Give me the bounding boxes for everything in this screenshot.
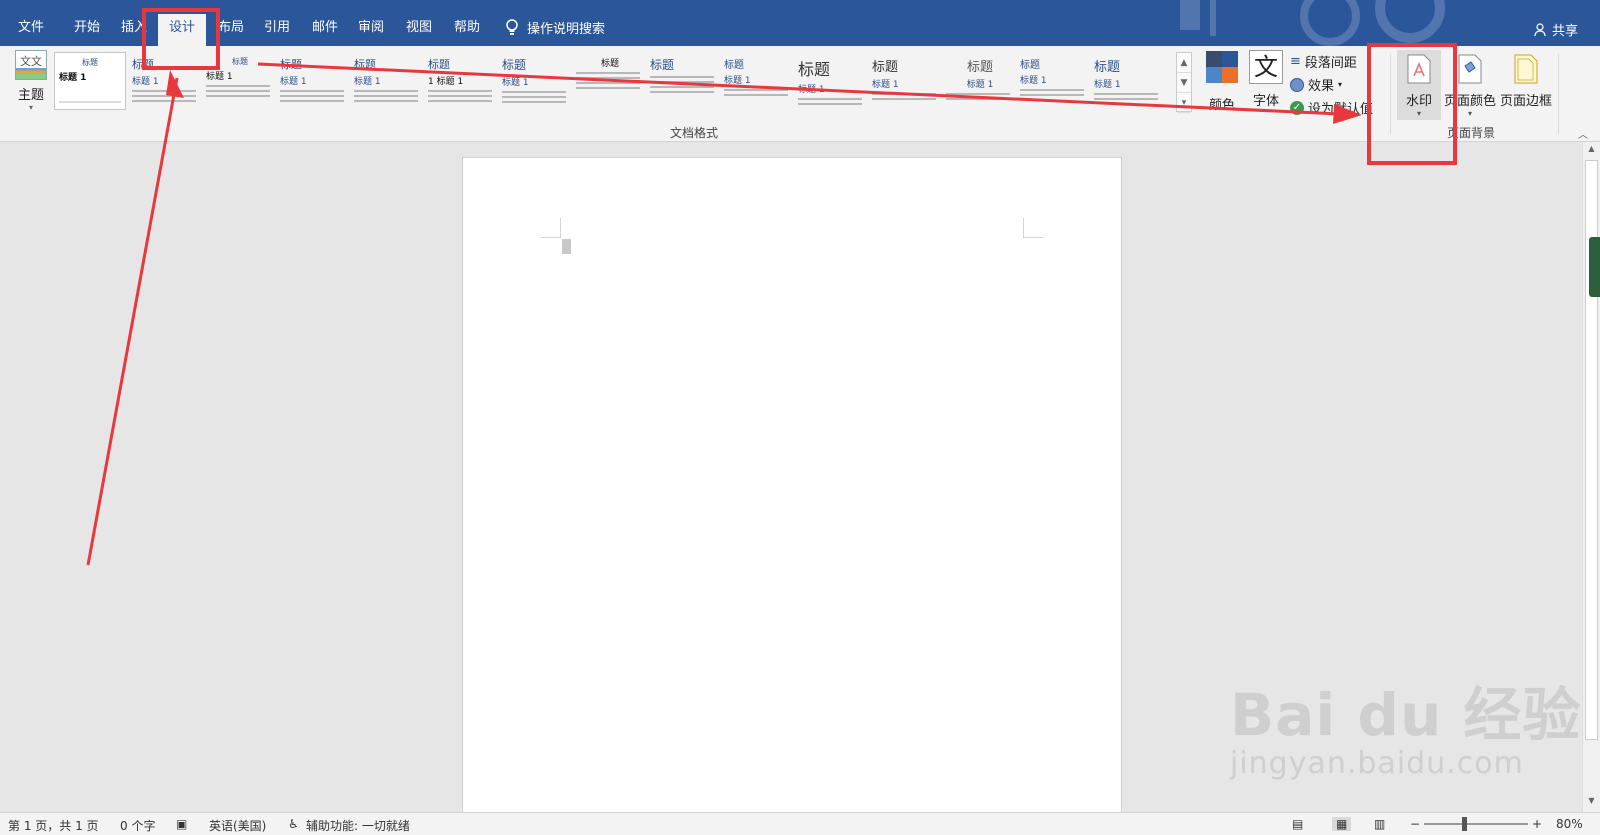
- chevron-down-icon[interactable]: ▼: [1177, 73, 1191, 93]
- style-item[interactable]: 标题 标题 1: [1016, 52, 1088, 110]
- read-mode-icon[interactable]: ▤: [1292, 817, 1303, 831]
- color-palette-icon: [1206, 51, 1238, 83]
- baidu-watermark: Bai du 经验 jingyan.baidu.com: [1230, 668, 1581, 781]
- page-borders-button[interactable]: 页面边框: [1496, 50, 1556, 109]
- scroll-down-icon[interactable]: ▼: [1585, 796, 1598, 810]
- page-count[interactable]: 第 1 页，共 1 页: [8, 817, 99, 834]
- document-page[interactable]: [462, 157, 1122, 813]
- tell-me-search[interactable]: 操作说明搜索: [505, 18, 605, 37]
- zoom-slider-thumb[interactable]: [1462, 817, 1467, 831]
- paragraph-spacing-button[interactable]: ≡ 段落间距: [1290, 52, 1357, 71]
- accessibility-icon: ♿: [288, 817, 299, 831]
- effects-icon: [1290, 77, 1304, 92]
- margin-corner-top-left: [541, 218, 561, 238]
- collapse-ribbon-icon[interactable]: ︿: [1578, 126, 1588, 141]
- ribbon: 文文 主题 ▾ 标题 标题 1 标题 标题 1 标题 标题 1 标题 标题 1 标题标…: [0, 46, 1600, 142]
- baidu-logo-text: Bai du 经验: [1230, 681, 1582, 749]
- tab-mailings[interactable]: 邮件: [304, 16, 346, 46]
- tab-home[interactable]: 开始: [66, 16, 108, 46]
- checkmark-icon: ✓: [1290, 100, 1304, 115]
- style-item[interactable]: 标题 标题 1: [276, 52, 348, 110]
- fonts-button[interactable]: 文 字体: [1246, 50, 1286, 109]
- style-item[interactable]: 标题: [572, 52, 644, 110]
- annotation-line: [86, 77, 179, 566]
- side-panel-tab[interactable]: [1589, 237, 1600, 297]
- zoom-level[interactable]: 80%: [1556, 817, 1583, 831]
- style-gallery: 标题 标题 1 标题 标题 1 标题 标题 1 标题 标题 1 标题 标题 1 标题 1 …: [54, 52, 1172, 110]
- style-item[interactable]: 标题 标题 1: [720, 52, 792, 110]
- gallery-more-icon[interactable]: ▾: [1177, 93, 1191, 113]
- fonts-label: 字体: [1252, 94, 1279, 109]
- tab-references[interactable]: 引用: [256, 16, 298, 46]
- page-border-icon: [1514, 54, 1538, 84]
- tab-help[interactable]: 帮助: [446, 16, 488, 46]
- theme-icon: 文文: [15, 50, 47, 80]
- print-layout-icon[interactable]: ▦: [1332, 817, 1352, 831]
- tab-file[interactable]: 文件: [10, 16, 52, 46]
- status-bar: 第 1 页，共 1 页 0 个字 ▣ 英语(美国) ♿ 辅助功能: 一切就绪 ▤…: [0, 812, 1600, 835]
- accessibility-status[interactable]: 辅助功能: 一切就绪: [306, 817, 410, 834]
- lightbulb-icon: [506, 18, 518, 35]
- text-cursor: [562, 239, 571, 254]
- annotation-box-watermark: [1367, 43, 1457, 165]
- margin-corner-top-right: [1023, 218, 1043, 238]
- font-icon: 文: [1249, 50, 1283, 84]
- proofing-icon[interactable]: ▣: [176, 817, 187, 831]
- tab-review[interactable]: 审阅: [350, 16, 392, 46]
- style-item[interactable]: 标题 标题 1: [1090, 52, 1162, 110]
- set-as-default-label: 设为默认值: [1308, 102, 1374, 117]
- zoom-slider[interactable]: [1424, 823, 1528, 825]
- word-count[interactable]: 0 个字: [120, 817, 155, 834]
- colors-label: 颜色: [1208, 98, 1235, 113]
- page-borders-label: 页面边框: [1499, 94, 1552, 109]
- tell-me-label: 操作说明搜索: [527, 22, 606, 37]
- share-button[interactable]: 共享: [1534, 20, 1578, 39]
- set-as-default-button[interactable]: ✓ 设为默认值: [1290, 98, 1373, 117]
- zoom-in-icon[interactable]: +: [1532, 817, 1542, 831]
- chevron-down-icon: ▾: [1338, 80, 1343, 89]
- share-label: 共享: [1551, 24, 1578, 39]
- style-item[interactable]: 标题 标题 1: [942, 52, 1014, 110]
- style-item[interactable]: 标题 1 标题 1: [424, 52, 496, 110]
- tab-view[interactable]: 视图: [398, 16, 440, 46]
- web-layout-icon[interactable]: ▥: [1374, 817, 1385, 831]
- paragraph-spacing-label: 段落间距: [1304, 56, 1357, 71]
- chevron-down-icon: ▾: [28, 103, 33, 112]
- gallery-scrollbar[interactable]: ▲ ▼ ▾: [1176, 52, 1192, 113]
- document-format-group-label: 文档格式: [670, 126, 719, 140]
- style-item[interactable]: 标题 标题 1: [868, 52, 940, 110]
- paragraph-spacing-icon: ≡: [1290, 54, 1301, 69]
- style-item[interactable]: 标题 标题 1: [54, 52, 126, 110]
- style-item[interactable]: 标题 标题 1: [350, 52, 422, 110]
- scroll-up-icon[interactable]: ▲: [1585, 144, 1598, 158]
- separator: [1558, 54, 1559, 134]
- style-item[interactable]: 标题: [646, 52, 718, 110]
- tab-bar: 文件 开始 插入 设计 布局 引用 邮件 审阅 视图 帮助 操作说明搜索 共享: [0, 0, 1600, 46]
- effects-button[interactable]: 效果 ▾: [1290, 75, 1342, 94]
- effects-label: 效果: [1308, 79, 1335, 94]
- style-item[interactable]: 标题 标题 1: [498, 52, 570, 110]
- page-color-icon: [1458, 54, 1482, 84]
- themes-label: 主题: [17, 88, 44, 103]
- chevron-up-icon[interactable]: ▲: [1177, 53, 1191, 73]
- person-icon: [1534, 22, 1546, 36]
- zoom-out-icon[interactable]: −: [1410, 817, 1420, 831]
- annotation-box-design-tab: [142, 8, 220, 70]
- title-decoration: [1180, 0, 1445, 46]
- themes-button[interactable]: 文文 主题 ▾: [10, 50, 52, 120]
- style-item[interactable]: 标题 标题 1: [794, 52, 866, 110]
- colors-button[interactable]: 颜色: [1202, 50, 1242, 113]
- language-indicator[interactable]: 英语(美国): [209, 817, 266, 834]
